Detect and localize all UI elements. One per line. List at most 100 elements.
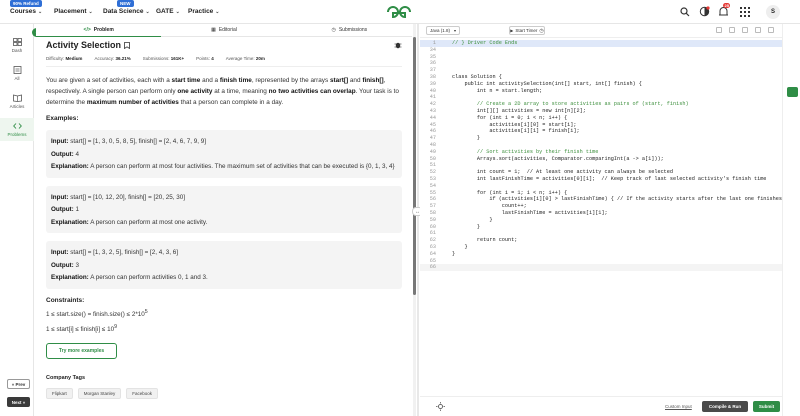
close-icon[interactable] — [768, 27, 774, 33]
code-line[interactable]: 42 // Create a 2D array to store activit… — [420, 101, 782, 108]
bug-report-icon[interactable] — [394, 41, 402, 49]
gfg-logo[interactable] — [386, 4, 412, 20]
line-number: 48 — [429, 141, 436, 148]
fullscreen-icon[interactable] — [742, 27, 748, 33]
code-line[interactable]: 38 class Solution { — [420, 74, 782, 81]
code-area[interactable]: 1 // } Driver Code Ends 34 35 36 37 38 class So… — [420, 40, 782, 340]
code-line[interactable]: 55 for (int i = 1; i < n; i++) { — [420, 190, 782, 197]
bookmark-icon[interactable] — [124, 41, 130, 49]
code-line[interactable]: 37 — [420, 67, 782, 74]
submit-button[interactable]: Submit — [753, 401, 780, 412]
code-line[interactable]: 59 } — [420, 217, 782, 224]
next-button[interactable]: Next » — [7, 397, 30, 407]
sidebar-item-articles[interactable]: Articles — [0, 94, 34, 109]
tab-problem[interactable]: </> Problem — [36, 24, 162, 37]
desc-bold: finish time — [219, 77, 252, 84]
code-line[interactable]: 56 if (activities[i][0] > lastFinishTime… — [420, 196, 782, 203]
accuracy-value: 36.21% — [115, 56, 131, 61]
nav-gate[interactable]: GATE ⌄ — [156, 8, 180, 15]
code-line[interactable]: 51 — [420, 162, 782, 169]
input-label: Input: — [51, 249, 69, 256]
search-icon[interactable] — [680, 7, 690, 17]
try-more-examples-button[interactable]: Try more examples — [46, 342, 117, 359]
chat-icon[interactable] — [787, 87, 798, 97]
code-line[interactable]: 43 int[][] activities = new int[n][2]; — [420, 108, 782, 115]
code-line[interactable]: 52 int count = 1; // At least one activi… — [420, 169, 782, 176]
code-line[interactable]: 48 — [420, 142, 782, 149]
code-line[interactable]: 61 — [420, 230, 782, 237]
code-line[interactable]: 50 Arrays.sort(activities, Comparator.co… — [420, 156, 782, 163]
line-number: 57 — [429, 203, 436, 210]
code-line[interactable]: 65 — [420, 258, 782, 265]
code-line[interactable]: 40 int n = start.length; — [420, 88, 782, 95]
reset-icon[interactable] — [729, 27, 735, 33]
sidebar-item-all[interactable]: All — [0, 66, 34, 81]
example-input: Input: start[] = [1, 3, 2, 5], finish[] … — [51, 247, 398, 260]
code-icon: </> — [83, 27, 91, 33]
constraints: 1 ≤ start.size() = finish.size() ≤ 2*105… — [46, 306, 402, 337]
avatar[interactable]: S — [766, 5, 780, 19]
start-timer-button[interactable]: ▶ Start Timer ◷ — [509, 26, 545, 35]
line-number: 35 — [429, 53, 436, 60]
code-line[interactable]: 46 activities[i][1] = finish[i]; — [420, 128, 782, 135]
code-line[interactable]: 49 // Sort activities by their finish ti… — [420, 149, 782, 156]
prev-button[interactable]: « Prev — [7, 379, 30, 389]
code-text: lastFinishTime = activities[i][1]; — [452, 209, 608, 216]
scrollbar-thumb[interactable] — [413, 37, 416, 295]
apps-grid-icon[interactable] — [740, 7, 750, 17]
code-line[interactable]: 41 — [420, 94, 782, 101]
code-line[interactable]: 34 — [420, 47, 782, 54]
meta-label: Points: — [196, 56, 210, 61]
dashboard-icon — [12, 38, 22, 46]
sidebar-item-problems[interactable]: Problems — [0, 118, 34, 141]
code-line[interactable]: 36 — [420, 60, 782, 67]
company-tag[interactable]: Morgan Stanley — [77, 387, 122, 399]
code-line[interactable]: 58 lastFinishTime = activities[i][1]; — [420, 210, 782, 217]
code-line[interactable]: 60 } — [420, 224, 782, 231]
code-line[interactable]: 62 return count; — [420, 237, 782, 244]
code-text: // Create a 2D array to store activities… — [452, 101, 689, 108]
compile-run-button[interactable]: Compile & Run — [702, 401, 748, 412]
nav-courses[interactable]: Courses ⌄ — [10, 8, 42, 15]
code-line[interactable]: 39 public int activitySelection(int[] st… — [420, 81, 782, 88]
company-tag[interactable]: Facebook — [126, 387, 159, 399]
code-line[interactable]: 63 } — [420, 244, 782, 251]
tab-editorial[interactable]: ▦ Editorial — [161, 24, 286, 36]
theme-toggle-icon[interactable] — [699, 6, 710, 17]
company-tag[interactable]: Flipkart — [46, 387, 73, 399]
language-select[interactable]: Java (1.8) ▾ — [426, 26, 460, 35]
code-line[interactable]: 35 — [420, 54, 782, 61]
nav-label: Courses — [10, 8, 37, 15]
code-line[interactable]: 47 } — [420, 135, 782, 142]
tab-submissions[interactable]: ◷ Submissions — [287, 24, 412, 36]
line-number: 36 — [429, 60, 436, 67]
code-text: return count; — [452, 237, 518, 244]
sun-icon[interactable] — [436, 402, 445, 411]
constraint-line: 1 ≤ start[i] ≤ finish[i] ≤ 109 — [46, 321, 402, 337]
nav-data-science[interactable]: Data Science ⌄ — [103, 8, 150, 15]
code-line[interactable]: 54 — [420, 183, 782, 190]
sidebar-item-dash[interactable]: Dash — [0, 38, 34, 53]
panel-divider[interactable] — [417, 24, 419, 416]
copy-icon[interactable] — [716, 27, 722, 33]
code-line[interactable]: 53 int lastFinishTime = activities[0][1]… — [420, 176, 782, 183]
nav-label: Practice — [188, 8, 214, 15]
nav-placement[interactable]: Placement ⌄ — [54, 8, 93, 15]
example-output: Output: 4 — [51, 149, 398, 162]
notification-count: 25 — [723, 3, 731, 8]
custom-input-link[interactable]: Custom Input — [665, 404, 692, 409]
settings-icon[interactable] — [755, 27, 761, 33]
constraints-heading: Constraints: — [46, 296, 85, 304]
line-number: 64 — [429, 250, 436, 257]
code-line[interactable]: 1 // } Driver Code Ends — [420, 40, 782, 47]
editor-toolbar: Java (1.8) ▾ ▶ Start Timer ◷ — [420, 24, 782, 38]
code-line[interactable]: 64} — [420, 251, 782, 258]
input-label: Input: — [51, 193, 69, 201]
code-line[interactable]: 66 — [420, 264, 782, 272]
desc-bold: start time — [171, 77, 201, 84]
code-line[interactable]: 57 count++; — [420, 203, 782, 210]
desc-text: You are given a set of activities, each … — [46, 77, 172, 84]
nav-practice[interactable]: Practice ⌄ — [188, 8, 220, 15]
code-line[interactable]: 44 for (int i = 0; i < n; i++) { — [420, 115, 782, 122]
code-line[interactable]: 45 activities[i][0] = start[i]; — [420, 122, 782, 129]
